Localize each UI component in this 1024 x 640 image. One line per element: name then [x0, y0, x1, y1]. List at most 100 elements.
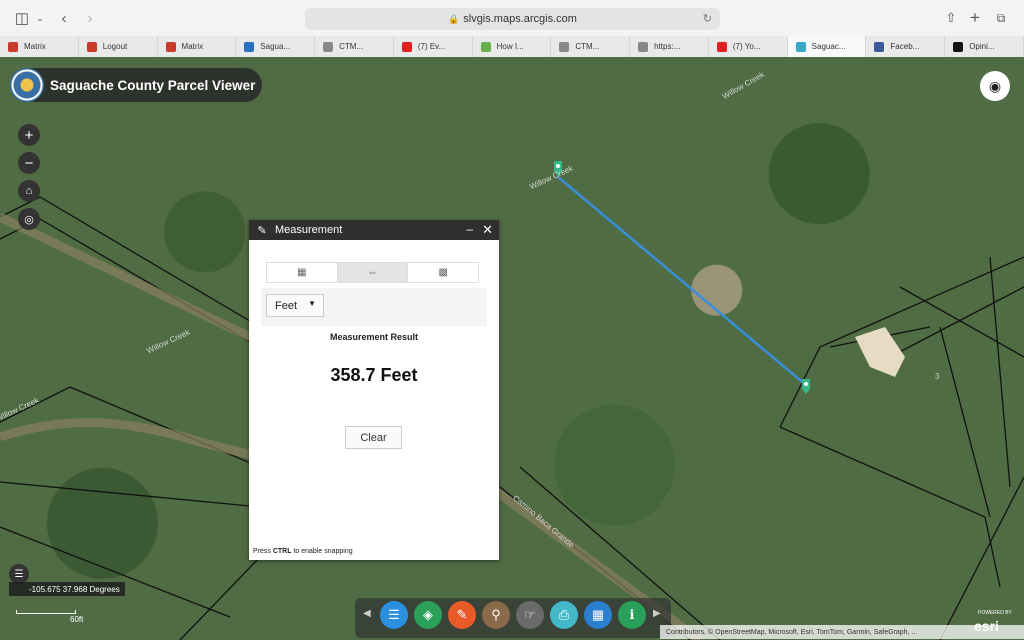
snap-prefix: Press: [253, 548, 273, 555]
measurement-result-label: Measurement Result: [329, 332, 419, 342]
minimize-icon[interactable]: –: [466, 222, 473, 236]
browser-tab[interactable]: Sagua...: [236, 36, 316, 57]
tab-favicon-icon: [401, 41, 412, 52]
map-view[interactable]: Willow Creek Willow Creek Willow Creek W…: [0, 57, 1024, 640]
tab-label: https:...: [654, 42, 681, 51]
tab-label: Matrix: [181, 42, 204, 51]
browser-tab[interactable]: Matrix: [0, 36, 79, 57]
browser-tab[interactable]: Saguac...: [787, 36, 867, 57]
locate-button[interactable]: ◎: [18, 208, 40, 230]
chevron-down-icon[interactable]: ⌄: [34, 8, 46, 28]
print-button[interactable]: ⎙: [550, 601, 578, 629]
new-tab-icon[interactable]: +: [966, 8, 984, 28]
tab-label: Matrix: [24, 42, 46, 51]
distance-mode-button[interactable]: ⇔: [337, 263, 409, 282]
browser-tab[interactable]: Faceb...: [866, 36, 946, 57]
cursor-icon: ☞: [524, 607, 536, 622]
zoom-out-button[interactable]: −: [18, 152, 40, 174]
browser-tab[interactable]: https:...: [630, 36, 709, 57]
tab-overview-icon[interactable]: ⧉: [992, 8, 1010, 28]
tab-favicon-icon: [953, 41, 964, 52]
basemap-button[interactable]: ▦: [584, 601, 612, 629]
ruler-icon: ✎: [456, 607, 468, 622]
layers-button[interactable]: ◈: [414, 601, 442, 629]
tab-favicon-icon: [480, 41, 491, 52]
browser-tab[interactable]: Logout: [78, 36, 158, 57]
area-mode-button[interactable]: ▦: [267, 263, 338, 282]
measurement-panel-header[interactable]: ✎ Measurement – ✕: [249, 220, 499, 240]
distance-icon: ⇔: [367, 267, 378, 278]
browser-tab[interactable]: CTM...: [315, 36, 394, 57]
clear-button[interactable]: Clear: [345, 426, 402, 449]
parcel-number: 3: [935, 372, 940, 381]
tab-favicon-icon: [874, 41, 885, 52]
app-title: Saguache County Parcel Viewer: [50, 77, 256, 93]
url-text: slvgis.maps.arcgis.com: [463, 13, 577, 25]
browser-tab[interactable]: Matrix: [157, 36, 237, 57]
building-footprint: [855, 327, 905, 377]
sidebar-toggle-icon[interactable]: ◫: [12, 8, 32, 28]
tab-favicon-icon: [795, 41, 806, 52]
measurement-line: [557, 176, 807, 386]
zoom-in-button[interactable]: +: [18, 124, 40, 146]
location-mode-button[interactable]: ▩: [408, 263, 478, 282]
layer-list-button[interactable]: ☰: [380, 601, 408, 629]
info-icon: ℹ: [629, 607, 635, 622]
caret-down-icon: ▼: [308, 299, 316, 308]
browser-tab[interactable]: Opini...: [945, 36, 1024, 57]
home-icon: ⌂: [25, 185, 33, 197]
tab-favicon-icon: [323, 41, 334, 52]
powered-by-label: POWERED BY: [978, 610, 1012, 616]
scale-bar: [16, 610, 76, 614]
measurement-button[interactable]: ✎: [448, 601, 476, 629]
dock-prev-icon[interactable]: ◀: [363, 608, 371, 619]
tab-label: CTM...: [575, 42, 600, 51]
tab-label: CTM...: [339, 42, 364, 51]
measurement-end-marker[interactable]: [802, 379, 810, 394]
unit-row: Feet ▼: [261, 288, 487, 326]
browser-tab[interactable]: How I...: [472, 36, 552, 57]
dock-next-icon[interactable]: ▶: [653, 608, 661, 619]
coordinate-toggle-button[interactable]: ☰: [9, 564, 29, 584]
tab-label: Saguac...: [811, 42, 846, 51]
pencil-icon: ✎: [257, 224, 267, 237]
snap-key: CTRL: [272, 548, 292, 555]
forward-arrow-icon[interactable]: ›: [82, 8, 98, 28]
list-icon: ☰: [388, 607, 400, 622]
browser-tab[interactable]: (7) Yo...: [708, 36, 788, 57]
tab-label: How I...: [496, 42, 524, 51]
county-logo: [10, 68, 44, 102]
snap-suffix: to enable snapping: [291, 548, 353, 555]
share-icon[interactable]: ⇧: [942, 8, 960, 28]
browser-tab[interactable]: (7) Ev...: [393, 36, 473, 57]
tab-label: Sagua...: [260, 42, 291, 51]
parcel-lines: [0, 196, 1024, 640]
info-button[interactable]: ℹ: [618, 601, 646, 629]
reload-icon[interactable]: ↻: [703, 12, 712, 25]
browser-tab[interactable]: CTM...: [551, 36, 631, 57]
back-arrow-icon[interactable]: ‹: [56, 8, 72, 28]
list-icon: ☰: [14, 568, 24, 580]
browser-chrome: ◫ ⌄ ‹ › 🔒 slvgis.maps.arcgis.com ↻ ⇧ + ⧉…: [0, 0, 1024, 57]
select-button[interactable]: ☞: [516, 601, 544, 629]
unit-dropdown[interactable]: Feet ▼: [266, 294, 324, 317]
tab-favicon-icon: [86, 41, 97, 52]
scale-label: 60ft: [70, 615, 84, 624]
tab-favicon-icon: [638, 41, 649, 52]
tab-favicon-icon: [8, 41, 18, 52]
tab-favicon-icon: [165, 41, 176, 52]
coordinate-readout: -105.675 37.968 Degrees: [9, 582, 125, 596]
locate-icon: ◎: [24, 213, 34, 226]
esri-logo: esri: [974, 618, 999, 634]
address-bar[interactable]: 🔒 slvgis.maps.arcgis.com ↻: [305, 8, 720, 30]
measurement-result-value: 358.7 Feet: [330, 365, 418, 385]
unit-dropdown-value: Feet: [275, 299, 298, 312]
map-attribution: Contributors, © OpenStreetMap, Microsoft…: [660, 625, 1024, 639]
search-icon: ⚲: [491, 607, 501, 622]
area-icon: ▦: [297, 267, 307, 278]
home-button[interactable]: ⌂: [18, 180, 40, 202]
tab-label: (7) Yo...: [732, 42, 761, 51]
search-button[interactable]: ⚲: [482, 601, 510, 629]
toggle-visibility-button[interactable]: ◉: [980, 71, 1010, 101]
close-icon[interactable]: ✕: [482, 222, 493, 238]
